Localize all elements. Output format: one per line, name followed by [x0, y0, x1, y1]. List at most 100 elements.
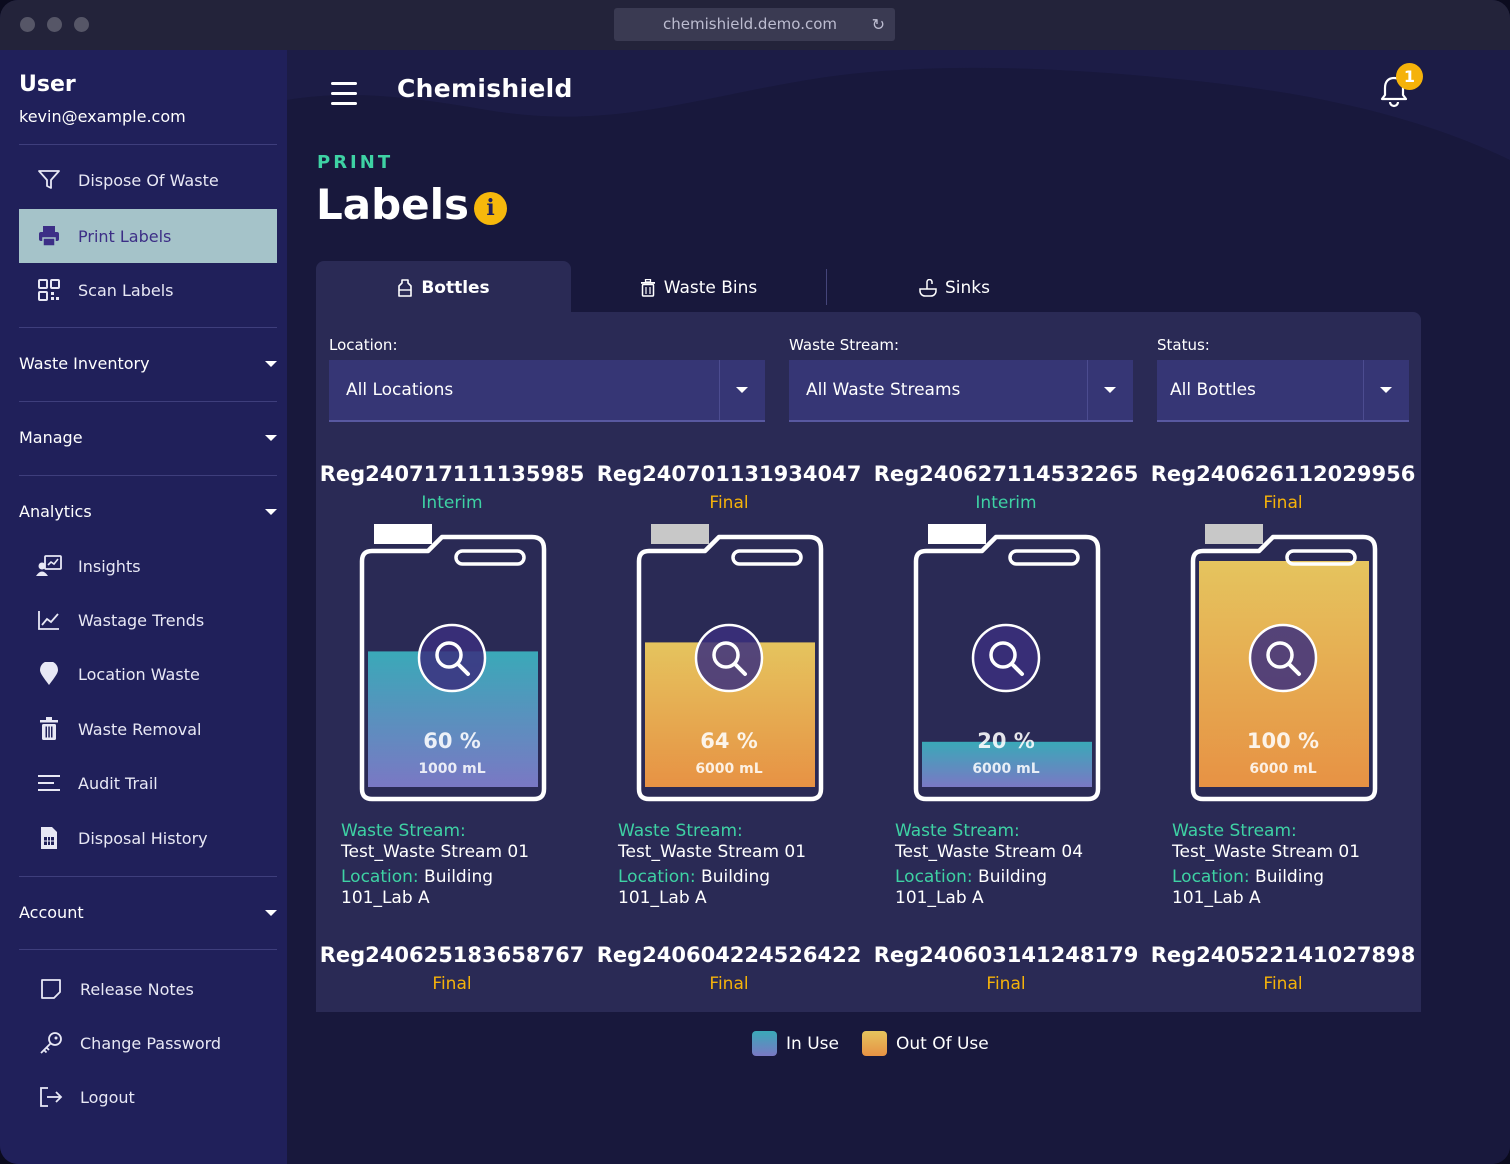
bottle-reg-number: Reg240625183658767 — [319, 943, 585, 967]
bottle-card[interactable]: Reg240522141027898 Final — [1147, 943, 1419, 994]
bottle-reg-number: Reg240626112029956 — [1150, 462, 1416, 486]
filter-icon — [19, 169, 78, 191]
sidebar-item-location-waste[interactable]: Location Waste — [19, 647, 277, 701]
waste-stream-select[interactable]: All Waste Streams — [789, 360, 1133, 422]
section-waste-inventory[interactable]: Waste Inventory — [19, 354, 277, 373]
bottle-card[interactable]: Reg240604224526422 Final — [593, 943, 865, 994]
bottle-reg-number: Reg240717111135985 — [319, 462, 585, 486]
info-icon[interactable]: i — [474, 192, 507, 225]
legend-label: Out Of Use — [896, 1033, 989, 1054]
bottle-graphic[interactable]: 64 % 6000 mL — [629, 521, 829, 803]
menu-icon[interactable] — [331, 82, 357, 112]
qr-code-icon — [19, 279, 78, 301]
tab-waste-bins[interactable]: Waste Bins — [571, 261, 826, 314]
sidebar-item-change-password[interactable]: Change Password — [21, 1016, 279, 1070]
caret-down-icon — [265, 361, 277, 367]
sidebar-item-wastage-trends[interactable]: Wastage Trends — [19, 593, 277, 647]
address-bar[interactable]: chemishield.demo.com ↻ — [614, 8, 895, 41]
bottle-graphic[interactable]: 20 % 6000 mL — [906, 521, 1106, 803]
sidebar-item-label: Location Waste — [78, 664, 200, 684]
section-analytics[interactable]: Analytics — [19, 502, 277, 521]
section-account[interactable]: Account — [19, 903, 277, 922]
sidebar-item-logout[interactable]: Logout — [21, 1070, 279, 1124]
section-label: Account — [19, 903, 84, 922]
sidebar-item-insights[interactable]: Insights — [19, 539, 277, 593]
location-select-value: All Locations — [346, 380, 454, 400]
waste-stream-value: Test_Waste Stream 01 — [618, 842, 807, 862]
bottle-handle — [454, 549, 526, 566]
sidebar-item-audit-trail[interactable]: Audit Trail — [19, 756, 277, 810]
location-value-building: Building — [978, 867, 1048, 887]
tab-bottles[interactable]: Bottles — [316, 261, 571, 314]
bottle-cap — [1205, 524, 1263, 544]
page-title: Labels — [316, 180, 470, 229]
window-close-dot[interactable] — [20, 17, 35, 32]
bottle-status: Final — [1263, 974, 1303, 994]
window-minimize-dot[interactable] — [47, 17, 62, 32]
bottle-fill-percent: 100 % — [1246, 729, 1320, 753]
sidebar-item-dispose-of-waste[interactable]: Dispose Of Waste — [19, 153, 277, 207]
main-content: Chemishield 1 PRINT Labels i Bottles Was… — [287, 50, 1510, 1164]
bottle-details: Waste Stream: Test_Waste Stream 01 Locatio… — [593, 821, 865, 909]
bottle-volume: 6000 mL — [1249, 761, 1317, 777]
status-select[interactable]: All Bottles — [1157, 360, 1409, 422]
bottle-card[interactable]: Reg240626112029956 Final 100 % 6000 mL Waste… — [1147, 462, 1419, 909]
notes-icon — [21, 978, 80, 1000]
waste-stream-label: Waste Stream: — [341, 821, 466, 841]
status-filter-label: Status: — [1157, 336, 1210, 354]
bottle-fill-percent: 64 % — [700, 729, 758, 753]
bottle-status: Final — [709, 493, 749, 513]
reload-icon[interactable]: ↻ — [872, 8, 885, 41]
browser-window: chemishield.demo.com ↻ User kevin@exampl… — [0, 0, 1510, 1164]
bottle-status: Final — [709, 974, 749, 994]
location-label: Location: — [1172, 867, 1250, 887]
bottle-graphic[interactable]: 100 % 6000 mL — [1183, 521, 1383, 803]
bottle-card[interactable]: Reg240603141248179 Final — [870, 943, 1142, 994]
bottles-panel: Location: All Locations Waste Stream: Al… — [316, 312, 1421, 1012]
app-title: Chemishield — [397, 74, 573, 103]
bottle-reg-number: Reg240603141248179 — [873, 943, 1139, 967]
zoom-button[interactable] — [971, 623, 1041, 693]
window-maximize-dot[interactable] — [74, 17, 89, 32]
bottle-reg-number: Reg240701131934047 — [596, 462, 862, 486]
location-value-building: Building — [424, 867, 494, 887]
section-manage[interactable]: Manage — [19, 428, 277, 447]
bottle-volume: 6000 mL — [972, 761, 1040, 777]
location-label: Location: — [895, 867, 973, 887]
sidebar-item-release-notes[interactable]: Release Notes — [21, 962, 279, 1016]
bottle-fill-percent: 60 % — [423, 729, 481, 753]
tab-bar: Bottles Waste Bins Sinks — [316, 261, 1421, 314]
sidebar-item-label: Logout — [80, 1087, 135, 1107]
section-label: Manage — [19, 428, 83, 447]
sidebar-item-label: Change Password — [80, 1033, 222, 1053]
location-filter-label: Location: — [329, 336, 398, 354]
logout-icon — [21, 1086, 80, 1108]
zoom-button[interactable] — [694, 623, 764, 693]
printer-icon — [19, 224, 78, 248]
tab-label: Sinks — [945, 277, 990, 298]
bottle-card[interactable]: Reg240625183658767 Final — [316, 943, 588, 994]
chevron-down-icon — [1380, 387, 1392, 393]
tab-sinks[interactable]: Sinks — [827, 261, 1082, 314]
waste-stream-label: Waste Stream: — [618, 821, 743, 841]
bottle-status: Final — [986, 974, 1026, 994]
select-divider — [1087, 360, 1088, 420]
sidebar-item-waste-removal[interactable]: Waste Removal — [19, 702, 277, 756]
sidebar-item-print-labels[interactable]: Print Labels — [19, 209, 277, 263]
sidebar-item-disposal-history[interactable]: Disposal History — [19, 811, 277, 865]
sidebar-item-scan-labels[interactable]: Scan Labels — [19, 263, 277, 317]
location-select[interactable]: All Locations — [329, 360, 765, 422]
bottle-card[interactable]: Reg240627114532265 Interim 20 % 6000 mL Wast… — [870, 462, 1142, 909]
bottle-graphic[interactable]: 60 % 1000 mL — [352, 521, 552, 803]
user-email: kevin@example.com — [19, 107, 186, 126]
bottle-cap — [928, 524, 986, 544]
location-label: Location: — [618, 867, 696, 887]
tab-label: Bottles — [421, 277, 490, 298]
caret-down-icon — [265, 435, 277, 441]
zoom-button[interactable] — [417, 623, 487, 693]
zoom-button[interactable] — [1248, 623, 1318, 693]
bottle-card[interactable]: Reg240717111135985 Interim 60 % 1000 mL Wast… — [316, 462, 588, 909]
bottle-card[interactable]: Reg240701131934047 Final 64 % 6000 mL Waste … — [593, 462, 865, 909]
legend-swatch-out-of-use — [862, 1031, 887, 1056]
waste-stream-select-value: All Waste Streams — [806, 380, 961, 400]
